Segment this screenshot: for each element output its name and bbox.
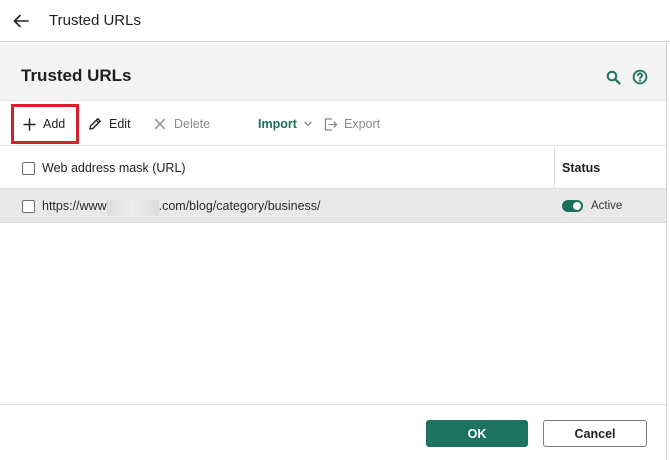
close-icon xyxy=(152,116,168,132)
url-prefix: https://www xyxy=(42,199,107,213)
panel-header: Trusted URLs xyxy=(0,43,666,101)
plus-icon xyxy=(21,116,37,132)
redacted-segment xyxy=(106,199,159,216)
url-column-label: Web address mask (URL) xyxy=(42,161,186,175)
select-all-checkbox[interactable] xyxy=(22,161,35,175)
chevron-down-icon xyxy=(304,121,312,127)
url-cell: https://www .com/blog/category/business/ xyxy=(22,189,321,223)
status-label: Active xyxy=(591,200,623,212)
toggle-knob xyxy=(573,202,581,210)
status-column-header[interactable]: Status xyxy=(562,147,600,189)
edit-button[interactable]: Edit xyxy=(87,102,131,146)
ok-button[interactable]: OK xyxy=(426,420,528,447)
table-row[interactable]: https://www .com/blog/category/business/ … xyxy=(0,189,666,223)
export-icon xyxy=(322,116,338,132)
trusted-urls-panel: Trusted URLs Add Edit Delete Import Expo… xyxy=(0,43,667,460)
cancel-button[interactable]: Cancel xyxy=(543,420,647,447)
status-toggle[interactable] xyxy=(562,200,583,212)
edit-label: Edit xyxy=(109,117,131,131)
help-icon[interactable] xyxy=(631,68,649,86)
export-label: Export xyxy=(344,117,381,131)
delete-button[interactable]: Delete xyxy=(152,102,210,146)
export-button[interactable]: Export xyxy=(322,102,380,146)
toolbar: Add Edit Delete Import Export xyxy=(0,102,666,146)
add-button[interactable]: Add xyxy=(21,102,65,146)
url-column-header[interactable]: Web address mask (URL) xyxy=(22,147,186,189)
dialog-footer: OK Cancel xyxy=(0,404,666,460)
table-header: Web address mask (URL) Status xyxy=(0,147,666,189)
import-dropdown-button[interactable]: Import xyxy=(258,102,312,146)
row-checkbox[interactable] xyxy=(22,199,35,213)
add-label: Add xyxy=(43,117,66,131)
status-column-label: Status xyxy=(562,161,601,175)
title-bar: Trusted URLs xyxy=(0,0,670,42)
window-title: Trusted URLs xyxy=(49,12,141,29)
panel-title: Trusted URLs xyxy=(21,66,132,85)
import-label: Import xyxy=(258,117,297,131)
url-suffix: .com/blog/category/business/ xyxy=(158,199,321,213)
pencil-icon xyxy=(87,116,103,132)
status-cell: Active xyxy=(562,189,622,223)
delete-label: Delete xyxy=(174,117,211,131)
back-arrow-icon[interactable] xyxy=(11,11,31,31)
search-icon[interactable] xyxy=(604,68,622,86)
column-divider[interactable] xyxy=(554,147,555,189)
